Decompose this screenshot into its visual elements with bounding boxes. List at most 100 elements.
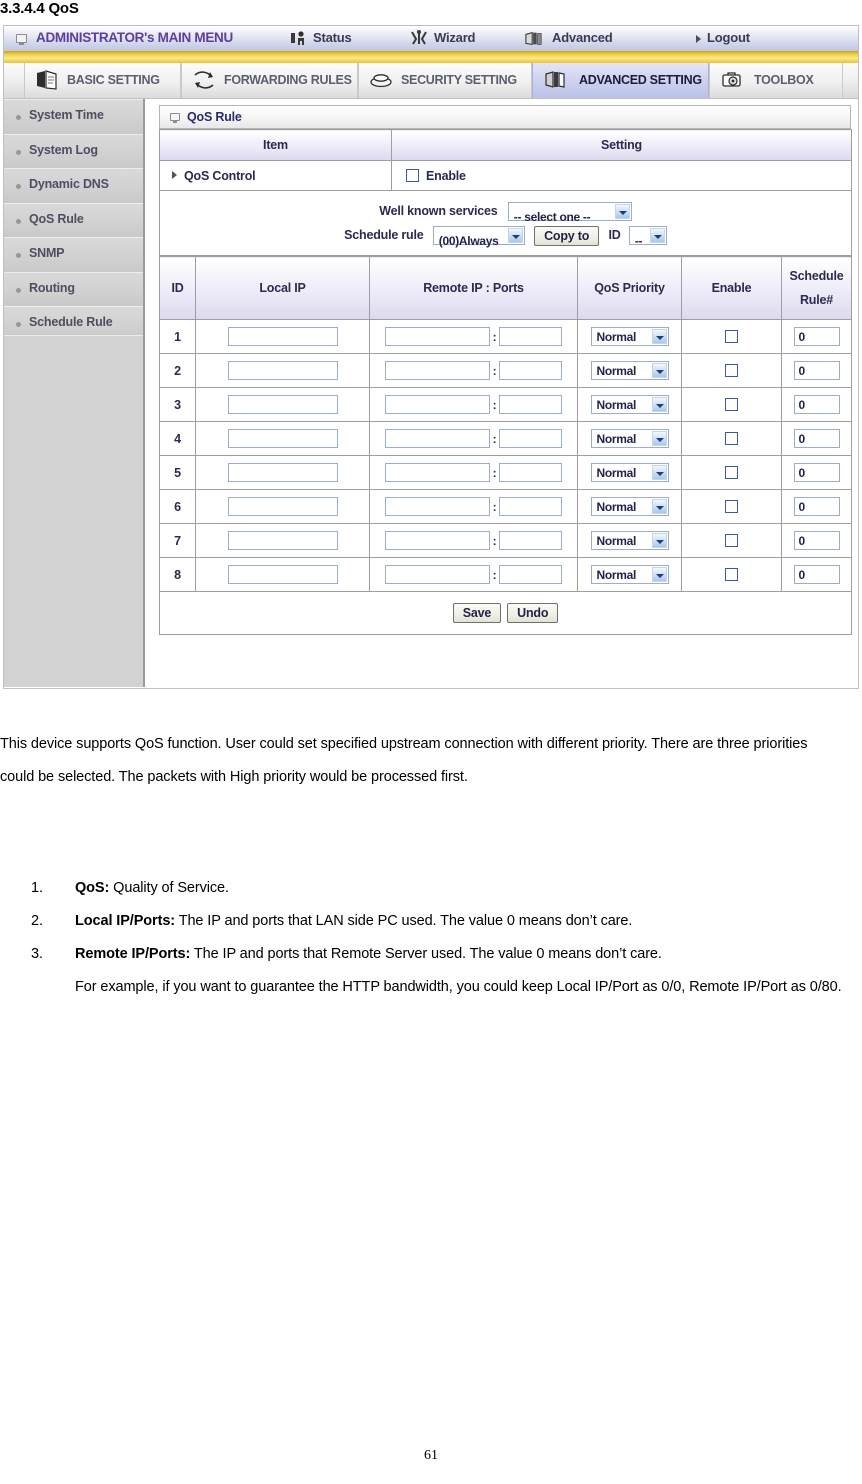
list-number: 3. [31, 946, 43, 962]
sidebar-item-system-time[interactable]: System Time [4, 99, 143, 135]
schedule-rule-input[interactable]: 0 [793, 361, 840, 380]
row-enable-checkbox[interactable] [725, 329, 738, 343]
local-ip-input[interactable] [227, 395, 338, 414]
local-ip-input[interactable] [227, 463, 338, 482]
row-id: 3 [159, 387, 196, 422]
row-local-ip-cell [195, 455, 370, 490]
remote-ports-input[interactable] [499, 531, 563, 550]
remote-ports-input[interactable] [499, 497, 563, 516]
remote-ports-input[interactable] [499, 565, 563, 584]
row-enable-checkbox[interactable] [725, 533, 738, 547]
id-select[interactable]: -- [628, 226, 667, 248]
nav-advanced[interactable]: Advanced [552, 30, 613, 45]
header-remote-ip-ports: Remote IP : Ports [369, 256, 578, 320]
schedule-rule-input[interactable]: 0 [793, 395, 840, 414]
bullet-icon [16, 149, 21, 155]
row-local-ip-cell [195, 387, 370, 422]
remote-ip-input[interactable] [384, 395, 490, 414]
local-ip-input[interactable] [227, 497, 338, 516]
sidebar-item-qos-rule[interactable]: QoS Rule [4, 203, 143, 238]
remote-ip-input[interactable] [384, 463, 490, 482]
qos-priority-select[interactable]: Normal [590, 395, 669, 414]
table-row: 5 : Normal 0 [159, 455, 852, 490]
row-id: 8 [159, 557, 196, 592]
chevron-down-icon [614, 204, 630, 220]
qos-priority-select[interactable]: Normal [590, 531, 669, 550]
remote-ip-input[interactable] [384, 531, 490, 550]
sidebar-item-routing[interactable]: Routing [4, 272, 143, 307]
row-remote-cell: : [369, 319, 578, 354]
schedule-rule-input[interactable]: 0 [793, 327, 840, 346]
nav-logout[interactable]: Logout [707, 30, 750, 45]
row-enable-checkbox[interactable] [725, 567, 738, 581]
tab-security-setting[interactable]: SECURITY SETTING [358, 63, 532, 98]
row-enable-checkbox[interactable] [725, 499, 738, 513]
local-ip-input[interactable] [227, 429, 338, 448]
row-enable-checkbox[interactable] [725, 363, 738, 377]
qos-priority-select[interactable]: Normal [590, 429, 669, 448]
tab-advanced-setting[interactable]: ADVANCED SETTING [532, 63, 709, 98]
nav-wizard[interactable]: Wizard [434, 30, 476, 45]
qos-priority-select[interactable]: Normal [590, 327, 669, 346]
row-enable-checkbox[interactable] [725, 431, 738, 445]
sidebar-item-system-log[interactable]: System Log [4, 134, 143, 169]
local-ip-input[interactable] [227, 565, 338, 584]
local-ip-input[interactable] [227, 327, 338, 346]
schedule-rule-input[interactable]: 0 [793, 463, 840, 482]
remote-ports-input[interactable] [499, 463, 563, 482]
well-known-services-select[interactable]: -- select one -- [507, 202, 632, 224]
sidebar-item-label: System Log [29, 142, 98, 157]
sidebar-empty-area [4, 335, 143, 687]
table-row: 3 : Normal 0 [159, 387, 852, 422]
row-enable-checkbox[interactable] [725, 397, 738, 411]
header-schedule-rule: Schedule Rule# [781, 256, 852, 320]
remote-ip-input[interactable] [384, 361, 490, 380]
list-item: 2. Local IP/Ports: The IP and ports that … [0, 905, 845, 938]
sidebar-item-dynamic-dns[interactable]: Dynamic DNS [4, 169, 143, 204]
local-ip-input[interactable] [227, 531, 338, 550]
list-text: The IP and ports that LAN side PC used. … [175, 913, 633, 929]
schedule-rule-input[interactable]: 0 [793, 429, 840, 448]
schedule-rule-input[interactable]: 0 [793, 497, 840, 516]
remote-ip-input[interactable] [384, 565, 490, 584]
schedule-rule-input[interactable]: 0 [793, 531, 840, 550]
arrow-right-icon [172, 170, 177, 179]
qos-priority-select[interactable]: Normal [590, 497, 669, 516]
qos-priority-select[interactable]: Normal [590, 565, 669, 584]
router-body: System Time System Log Dynamic DNS QoS R… [3, 99, 859, 689]
row-enable-cell [681, 319, 782, 354]
sidebar-item-label: Schedule Rule [29, 315, 113, 329]
tab-basic-setting[interactable]: BASIC SETTING [24, 63, 181, 98]
table-row: 6 : Normal 0 [159, 489, 852, 524]
remote-ports-input[interactable] [499, 395, 563, 414]
sidebar-item-snmp[interactable]: SNMP [4, 238, 143, 273]
save-button[interactable]: Save [452, 603, 502, 623]
row-enable-checkbox[interactable] [725, 465, 738, 479]
qos-priority-select[interactable]: Normal [590, 463, 669, 482]
remote-ip-input[interactable] [384, 429, 490, 448]
tab-forwarding-rules[interactable]: FORWARDING RULES [181, 63, 358, 98]
table-row: 7 : Normal 0 [159, 523, 852, 558]
list-item: 3. Remote IP/Ports: The IP and ports that… [0, 938, 845, 1004]
colon-separator: : [492, 499, 497, 514]
remote-ports-input[interactable] [499, 361, 563, 380]
tab-toolbox[interactable]: TOOLBOX [709, 63, 843, 98]
nav-status[interactable]: Status [313, 30, 352, 45]
undo-button[interactable]: Undo [507, 603, 559, 623]
schedule-rule-input[interactable]: 0 [793, 565, 840, 584]
remote-ip-input[interactable] [384, 497, 490, 516]
colon-separator: : [492, 329, 497, 344]
remote-ports-input[interactable] [499, 429, 563, 448]
qos-control-enable-label: Enable [426, 168, 466, 183]
row-schedule-cell: 0 [781, 319, 852, 354]
select-value: Normal [596, 330, 637, 344]
remote-ports-input[interactable] [499, 327, 563, 346]
qos-priority-select[interactable]: Normal [590, 361, 669, 380]
schedule-rule-select[interactable]: (00)Always [432, 226, 525, 248]
remote-ip-input[interactable] [384, 327, 490, 346]
header-item: Item [159, 129, 392, 161]
chevron-down-icon [651, 431, 667, 446]
local-ip-input[interactable] [227, 361, 338, 380]
colon-separator: : [492, 567, 497, 582]
qos-control-enable-checkbox[interactable] [406, 168, 419, 182]
